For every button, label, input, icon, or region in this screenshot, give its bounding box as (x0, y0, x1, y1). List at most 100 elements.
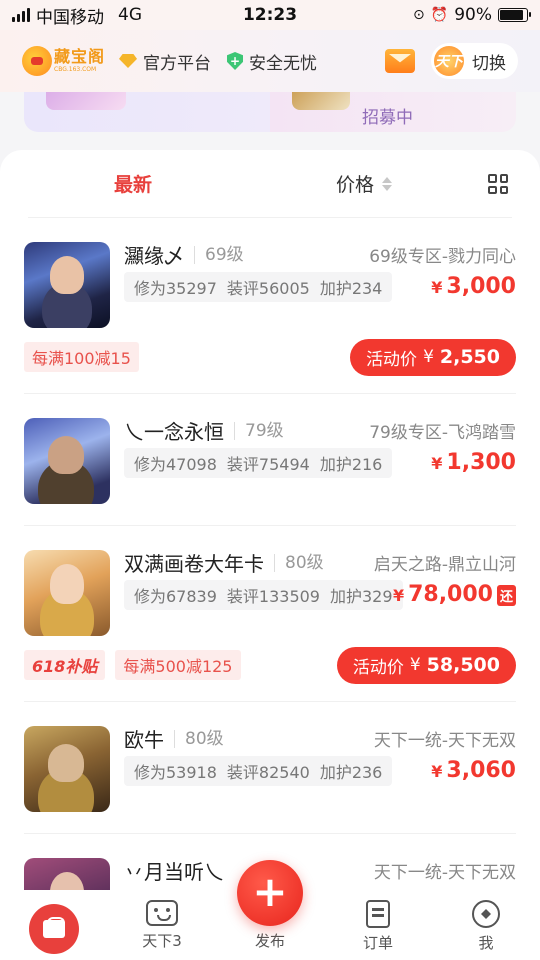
stat-tag: 装评133509 (226, 587, 320, 606)
status-left: 中国移动 4G (12, 3, 142, 28)
sort-price-tab[interactable]: 价格 (336, 170, 393, 197)
tab-publish-label: 发布 (254, 932, 285, 950)
order-icon (366, 900, 390, 928)
stats-tags: 修为47098 装评75494 加护216 (124, 448, 393, 478)
logo-icon (22, 46, 52, 76)
home-bag-icon (29, 904, 79, 954)
stats-tags: 修为67839 装评133509 加护329 (124, 580, 403, 610)
battery-percent: 90% (454, 5, 492, 25)
stat-tag: 修为47098 (134, 455, 217, 474)
grid-view-icon[interactable] (488, 174, 508, 194)
currency-symbol: ¥ (431, 762, 443, 781)
activity-price-value: 58,500 (426, 654, 500, 676)
list-item[interactable]: 欧牛 80级 天下一统-天下无双 修为53918 装评82540 加护236 ¥… (24, 702, 516, 834)
list-item[interactable]: 双满画卷大年卡 80级 启天之路-鼎立山河 修为67839 装评133509 加… (24, 526, 516, 702)
promo-row: 每满100减15 活动价 ¥ 2,550 (24, 338, 516, 376)
status-bar: 中国移动 4G 12:23 ⊙ ⏰ 90% (0, 0, 540, 30)
currency-symbol: ¥ (431, 278, 443, 297)
alarm-icon: ⏰ (430, 7, 449, 23)
character-name-text: 欧牛 (124, 728, 164, 752)
app-header: 藏宝阁 CBG.163.COM 官方平台 + 安全无忧 天下 切换 (0, 30, 540, 92)
logo-title: 藏宝阁 (54, 47, 106, 66)
official-platform-badge: 官方平台 (119, 49, 211, 74)
server-name: 启天之路-鼎立山河 (373, 555, 516, 575)
stat-tag: 装评56005 (226, 279, 310, 298)
currency-symbol: ¥ (423, 347, 434, 367)
compass-icon (472, 900, 500, 928)
rotation-lock-icon: ⊙ (413, 7, 425, 23)
character-name: 灦缘乄 69级 (124, 240, 244, 269)
diamond-icon (119, 54, 138, 68)
currency-symbol: ¥ (409, 655, 421, 675)
message-icon[interactable] (385, 49, 415, 73)
server-name: 69级专区-戮力同心 (369, 247, 516, 267)
sort-arrows-icon (382, 176, 393, 191)
activity-label: 活动价 (352, 657, 404, 678)
safe-badge: + 安全无忧 (227, 49, 317, 74)
price: ¥ 78,000 还 (393, 582, 516, 607)
stat-tag: 修为35297 (134, 279, 217, 298)
tab-game[interactable]: 天下3 (108, 890, 216, 960)
logo-text: 藏宝阁 CBG.163.COM (54, 49, 105, 73)
stats-tags: 修为53918 装评82540 加护236 (124, 756, 393, 786)
price-value: 1,300 (446, 450, 516, 475)
safe-label: 安全无忧 (249, 53, 318, 74)
listing-card: 最新 价格 灦缘乄 69级 69级专区-戮力同心 修为35297 装评56005… (0, 150, 540, 890)
banner: 招募中 (24, 92, 516, 132)
switch-game-button[interactable]: 天下 切换 (431, 43, 518, 79)
banner-right[interactable]: 招募中 (270, 92, 516, 132)
price-value: 78,000 (408, 582, 493, 607)
tab-orders[interactable]: 订单 (324, 890, 432, 960)
tab-home[interactable] (0, 890, 108, 960)
tab-me[interactable]: 我 (432, 890, 540, 960)
signal-icon (12, 8, 30, 22)
game-logo-icon: 天下 (434, 46, 464, 76)
sort-price-label: 价格 (336, 174, 375, 196)
stats-tags: 修为35297 装评56005 加护234 (124, 272, 393, 302)
logo[interactable]: 藏宝阁 CBG.163.COM (22, 46, 105, 76)
subsidy-tag: 618补贴 (24, 650, 106, 680)
character-name-text: 双满画卷大年卡 (124, 552, 264, 576)
status-time: 12:23 (242, 5, 298, 25)
logo-subtitle: CBG.163.COM (54, 66, 97, 73)
switch-label: 切换 (472, 53, 506, 74)
shield-icon: + (227, 52, 244, 70)
server-name: 天下一统-天下无双 (373, 863, 516, 883)
price-value: 3,060 (446, 758, 516, 783)
stat-tag: 加护234 (319, 279, 383, 298)
promo-row: 618补贴 每满500减125 活动价 ¥ 58,500 (24, 646, 516, 684)
item-list: 灦缘乄 69级 69级专区-戮力同心 修为35297 装评56005 加护234… (0, 218, 540, 890)
character-name-text: 丷月当听乀 (124, 860, 224, 884)
banner-right-image (292, 92, 350, 110)
list-item[interactable]: 灦缘乄 69级 69级专区-戮力同心 修为35297 装评56005 加护234… (24, 218, 516, 394)
price: ¥ 1,300 (431, 450, 516, 475)
server-name: 天下一统-天下无双 (373, 731, 516, 751)
character-name-text: 灦缘乄 (124, 244, 184, 268)
list-item[interactable]: 乀一念永恒 79级 79级专区-飞鸿踏雪 修为47098 装评75494 加护2… (24, 394, 516, 526)
banner-right-text: 招募中 (362, 108, 413, 128)
stat-tag: 加护236 (319, 763, 383, 782)
price-value: 3,000 (446, 274, 516, 299)
currency-symbol: ¥ (431, 454, 443, 473)
battery-icon (498, 8, 531, 22)
price: ¥ 3,000 (431, 274, 516, 299)
stat-tag: 装评75494 (226, 455, 310, 474)
character-avatar (24, 858, 110, 890)
status-right: ⊙ ⏰ 90% (413, 5, 531, 25)
stat-tag: 装评82540 (226, 763, 310, 782)
carrier: 中国移动 (36, 7, 104, 28)
activity-label: 活动价 (366, 349, 418, 370)
sort-latest-tab[interactable]: 最新 (114, 170, 152, 197)
tab-orders-label: 订单 (362, 934, 393, 952)
server-name: 79级专区-飞鸿踏雪 (369, 423, 516, 443)
character-level: 80级 (274, 553, 324, 572)
activity-price-button[interactable]: 活动价 ¥ 2,550 (350, 338, 516, 376)
stat-tag: 加护216 (319, 455, 383, 474)
character-avatar (24, 418, 110, 504)
banner-left[interactable] (24, 92, 270, 132)
publish-button[interactable]: + (237, 860, 303, 926)
activity-price-button[interactable]: 活动价 ¥ 58,500 (336, 646, 516, 684)
tab-game-label: 天下3 (142, 932, 182, 950)
tab-me-label: 我 (478, 934, 494, 952)
character-name-text: 乀一念永恒 (124, 420, 224, 444)
